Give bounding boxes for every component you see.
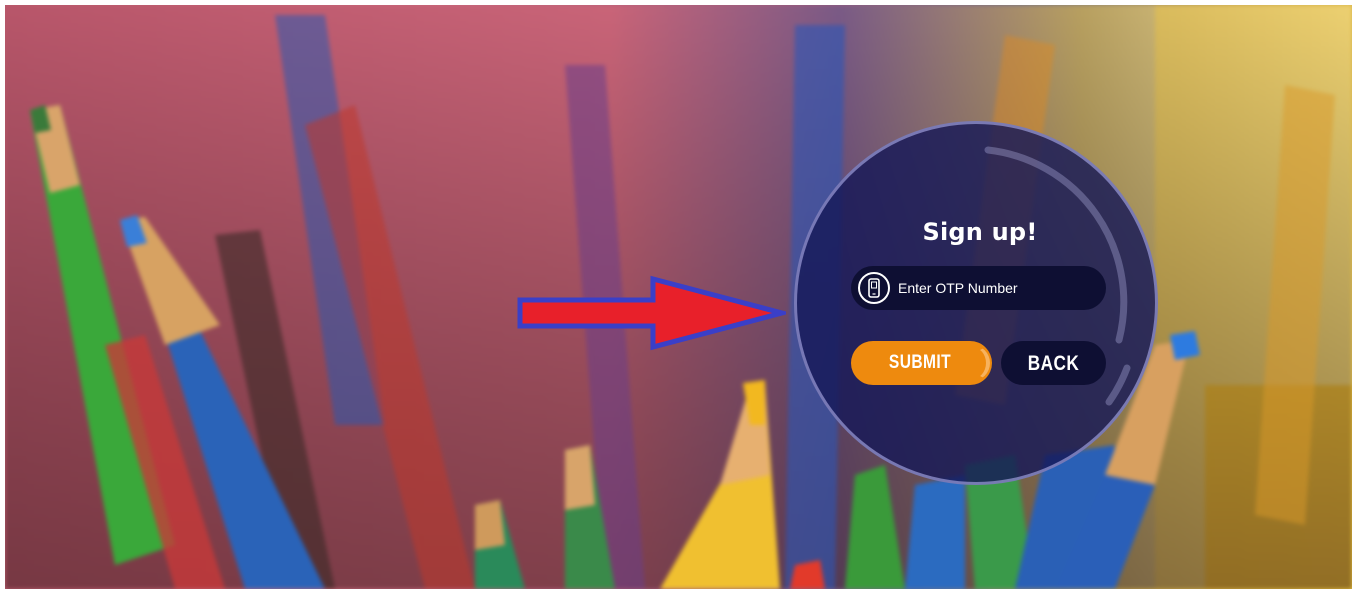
- submit-swoosh-decoration: [950, 345, 990, 381]
- back-button-label: BACK: [1027, 352, 1080, 375]
- mobile-phone-icon: [858, 272, 890, 304]
- page-title: Sign up!: [922, 218, 1038, 246]
- otp-field[interactable]: [851, 266, 1106, 310]
- otp-input[interactable]: [898, 272, 1093, 304]
- submit-button[interactable]: SUBMIT: [851, 341, 992, 385]
- back-button[interactable]: BACK: [1001, 341, 1106, 385]
- red-arrow-icon: [517, 275, 786, 351]
